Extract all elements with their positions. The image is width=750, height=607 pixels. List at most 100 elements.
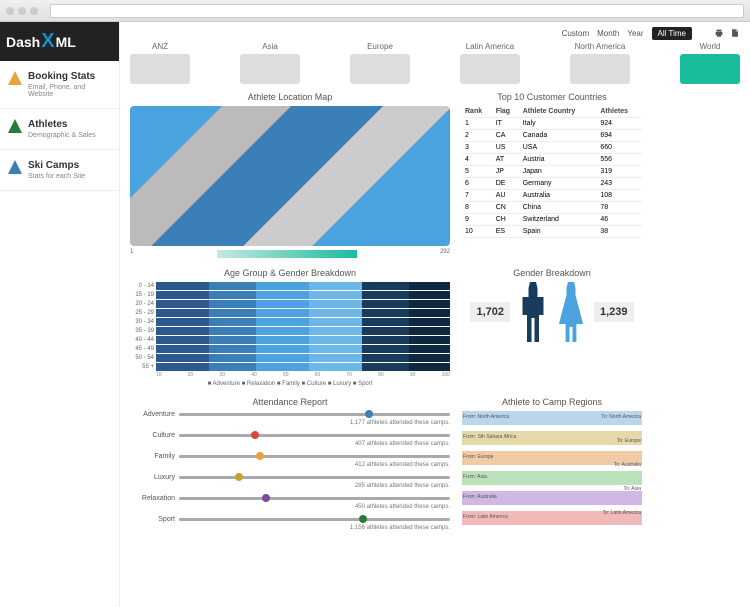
sankey-from-label: From: North America [462,413,510,421]
region-thumb-map [570,54,630,84]
print-icon[interactable] [714,28,724,38]
age-title: Age Group & Gender Breakdown [130,268,450,278]
legend-max: 292 [440,249,450,255]
url-bar[interactable] [50,4,744,18]
window-close-dot[interactable] [6,7,14,15]
sankey-to-label: To: Europe [616,437,642,445]
att-slider-knob[interactable] [359,515,367,523]
att-slider-knob[interactable] [251,431,259,439]
age-bar-row: 35 - 39 [130,327,450,335]
time-filter-year[interactable]: Year [627,29,643,38]
gender-title: Gender Breakdown [462,268,642,278]
attendance-row-relaxation: Relaxation450 athletes attended these ca… [130,495,450,510]
mountain-icon [8,160,22,174]
age-gender-panel: Age Group & Gender Breakdown 0 - 14 15 - … [130,268,450,387]
table-row[interactable]: 10ESSpain38 [462,226,642,238]
age-label: 50 - 54 [130,355,154,361]
att-description: 412 athletes attended these camps. [130,462,450,468]
attendance-row-culture: Culture407 athletes attended these camps… [130,432,450,447]
region-latin-america[interactable]: Latin America [460,42,520,84]
age-stacked-bar [156,291,450,299]
window-min-dot[interactable] [18,7,26,15]
region-label: ANZ [130,42,190,51]
att-description: 285 athletes attended these camps. [130,483,450,489]
age-bar-row: 50 - 54 [130,354,450,362]
nav-title: Athletes [28,119,96,130]
att-slider-knob[interactable] [262,494,270,502]
age-stacked-bar [156,282,450,290]
region-europe[interactable]: Europe [350,42,410,84]
table-row[interactable]: 7AUAustralia108 [462,190,642,202]
sankey-from-label: From: Europe [462,453,495,461]
region-selector-row: ANZ Asia Europe Latin America North America W… [130,42,740,84]
region-thumb-map [460,54,520,84]
age-label: 15 - 19 [130,292,154,298]
region-thumb-map [240,54,300,84]
legend-min: 1 [130,249,133,255]
browser-chrome [0,0,750,22]
export-icon[interactable] [730,28,740,38]
att-description: 407 athletes attended these camps. [130,441,450,447]
attendance-row-luxury: Luxury 285 athletes attended these camps. [130,474,450,489]
region-asia[interactable]: Asia [240,42,300,84]
age-stacked-bar [156,336,450,344]
sankey-to-label: To: Asia [622,485,642,493]
att-slider-track[interactable] [179,455,450,458]
att-slider-track[interactable] [179,413,450,416]
sankey-from-label: From: Latin America [462,513,509,521]
region-thumb-map [130,54,190,84]
age-bar-row: 0 - 14 [130,282,450,290]
table-row[interactable]: 6DEGermany243 [462,178,642,190]
attendance-title: Attendance Report [130,397,450,407]
table-row[interactable]: 5JPJapan319 [462,166,642,178]
time-filter-month[interactable]: Month [597,29,619,38]
nav-item-athletes[interactable]: Athletes Demographic & Sales [0,109,119,150]
window-max-dot[interactable] [30,7,38,15]
table-row[interactable]: 3USUSA660 [462,142,642,154]
att-label: Sport [130,516,175,523]
age-stacked-bar [156,318,450,326]
age-stacked-bar [156,363,450,371]
nav-item-ski-camps[interactable]: Ski CampsStats for each Site [0,150,119,191]
world-map[interactable] [130,106,450,246]
top-countries-panel: Top 10 Customer Countries RankFlagAthlet… [462,92,642,258]
nav-subtitle: Demographic & Sales [28,132,96,139]
table-row[interactable]: 2CACanada694 [462,130,642,142]
age-label: 40 - 44 [130,337,154,343]
att-slider-knob[interactable] [235,473,243,481]
region-thumb-map [350,54,410,84]
att-slider-knob[interactable] [365,410,373,418]
table-row[interactable]: 9CHSwitzerland46 [462,214,642,226]
table-row[interactable]: 4ATAustria556 [462,154,642,166]
att-slider-track[interactable] [179,434,450,437]
table-header: Flag [493,106,520,118]
region-label: Europe [350,42,410,51]
att-slider-track[interactable] [179,518,450,521]
main-content: Custom Month Year All Time ANZ Asia Europe Lat… [120,22,750,607]
table-row[interactable]: 8CNChina78 [462,202,642,214]
age-stacked-bar [156,327,450,335]
att-slider-track[interactable] [179,497,450,500]
skier-icon [8,119,22,133]
table-row[interactable]: 1ITItaly924 [462,118,642,130]
age-label: 25 - 29 [130,310,154,316]
male-icon [518,282,548,342]
att-slider-knob[interactable] [256,452,264,460]
region-anz[interactable]: ANZ [130,42,190,84]
att-label: Luxury [130,474,175,481]
region-north-america[interactable]: North America [570,42,630,84]
time-filter-all-time[interactable]: All Time [652,27,692,40]
sankey-chart: From: North AmericaFrom: Sth Sahara Afri… [462,411,642,541]
sankey-panel: Athlete to Camp Regions From: North Amer… [462,397,642,541]
time-filter-custom[interactable]: Custom [562,29,590,38]
region-world[interactable]: World [680,42,740,84]
sankey-to-label: To: Latin America [602,509,642,517]
sidebar: DashXML Booking StatsEmail, Phone, and W… [0,22,120,607]
gender-panel: Gender Breakdown 1,702 1,239 [462,268,642,387]
logo: DashXML [0,22,119,61]
nav-subtitle: Stats for each Site [28,173,85,180]
att-slider-track[interactable] [179,476,450,479]
male-count: 1,702 [470,302,510,322]
sankey-flow [462,471,642,485]
nav-item-booking-stats[interactable]: Booking StatsEmail, Phone, and Website [0,61,119,109]
